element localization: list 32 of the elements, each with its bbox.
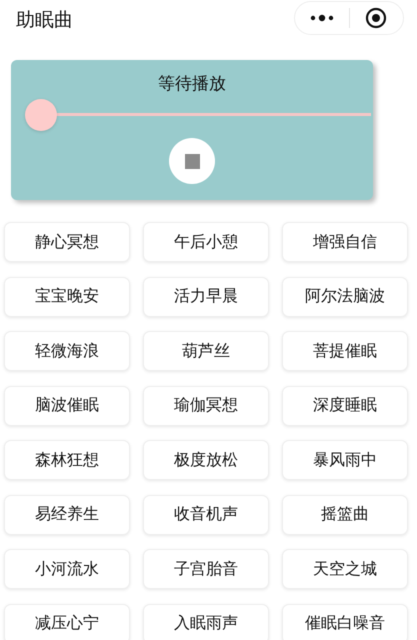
track-button[interactable]: 活力早晨 — [143, 276, 269, 316]
track-button[interactable]: 减压心宁 — [4, 604, 130, 640]
target-icon — [365, 7, 388, 29]
progress-slider[interactable] — [25, 99, 371, 131]
track-button[interactable]: 子宫胎音 — [143, 549, 269, 589]
track-button[interactable]: 入眠雨声 — [143, 604, 269, 640]
track-button[interactable]: 深度睡眠 — [282, 386, 408, 426]
slider-thumb[interactable] — [25, 99, 57, 131]
track-button[interactable]: 催眠白噪音 — [282, 604, 408, 640]
play-status: 等待播放 — [158, 73, 226, 95]
track-button[interactable]: 瑜伽冥想 — [143, 386, 269, 426]
track-button[interactable]: 阿尔法脑波 — [282, 276, 408, 316]
track-button[interactable]: 极度放松 — [143, 440, 269, 480]
track-button[interactable]: 天空之城 — [282, 549, 408, 589]
track-button[interactable]: 易经养生 — [4, 494, 130, 534]
page-title: 助眠曲 — [16, 8, 73, 33]
track-button[interactable]: 小河流水 — [4, 549, 130, 589]
stop-button[interactable] — [169, 138, 215, 184]
track-button[interactable]: 脑波催眠 — [4, 386, 130, 426]
track-button[interactable]: 暴风雨中 — [282, 440, 408, 480]
more-icon — [308, 14, 335, 22]
track-button[interactable]: 增强自信 — [282, 222, 408, 262]
track-button[interactable]: 葫芦丝 — [143, 331, 269, 371]
track-button[interactable]: 轻微海浪 — [4, 331, 130, 371]
track-button[interactable]: 午后小憩 — [143, 222, 269, 262]
stop-icon — [184, 154, 200, 168]
track-button[interactable]: 宝宝晚安 — [4, 276, 130, 316]
track-button[interactable]: 收音机声 — [143, 494, 269, 534]
track-button[interactable]: 菩提催眠 — [282, 331, 408, 371]
track-button[interactable]: 摇篮曲 — [282, 494, 408, 534]
track-button[interactable]: 静心冥想 — [4, 222, 130, 262]
track-button[interactable]: 森林狂想 — [4, 440, 130, 480]
